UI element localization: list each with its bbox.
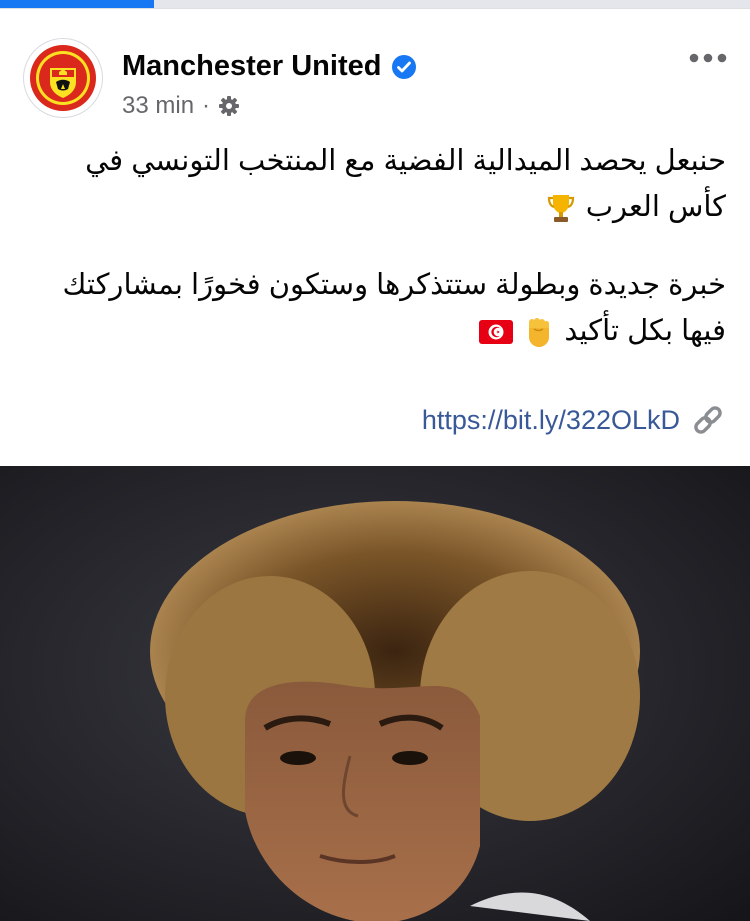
trophy-icon [547, 195, 574, 223]
settings-gear-icon[interactable] [218, 95, 240, 117]
verified-badge-icon [392, 54, 417, 79]
manchester-united-crest-icon [30, 45, 96, 111]
post-paragraph-1: حنبعل يحصد الميدالية الفضية مع المنتخب ا… [24, 138, 726, 230]
separator-dot: · [202, 92, 211, 119]
more-options-icon[interactable] [688, 52, 728, 64]
link-chain-icon [694, 406, 722, 434]
post-paragraph-2: خبرة جديدة وبطولة ستتذكرها وستكون فخورًا… [24, 262, 726, 354]
tunisia-flag-icon [479, 320, 514, 345]
post-timestamp[interactable]: 33 min [122, 92, 194, 120]
post-link-row: https://bit.ly/322OLkD [422, 402, 726, 438]
page-name-link[interactable]: Manchester United [122, 50, 381, 83]
post-meta: 33 min · [122, 92, 240, 120]
post-photo[interactable] [0, 466, 750, 921]
post-text-line: حنبعل يحصد الميدالية الفضية مع المنتخب ا… [85, 145, 726, 223]
post-text-line: خبرة جديدة وبطولة ستتذكرها وستكون فخورًا… [62, 269, 726, 347]
raised-fist-icon [529, 318, 550, 348]
player-photo-image [0, 466, 750, 921]
post-header: Manchester United 33 min · [0, 30, 750, 130]
page-avatar[interactable] [23, 38, 103, 118]
shortened-url-link[interactable]: https://bit.ly/322OLkD [422, 405, 680, 436]
divider [0, 8, 750, 9]
